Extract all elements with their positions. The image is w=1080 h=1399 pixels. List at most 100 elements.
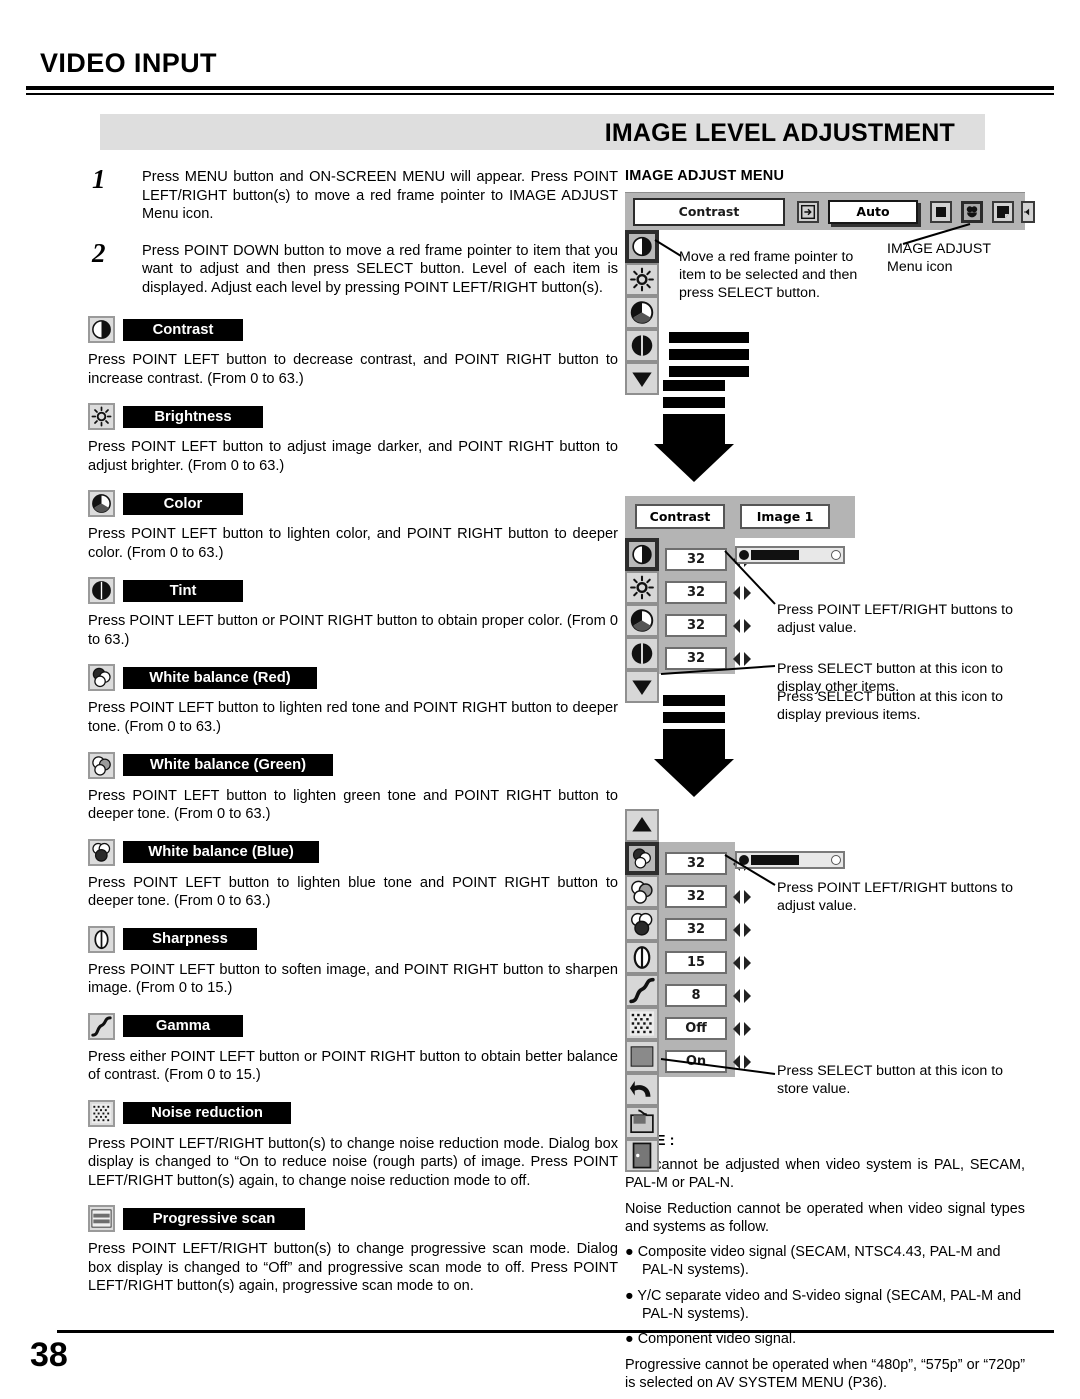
gamma-icon[interactable] [625,974,659,1007]
callout-adjust-value-2: Press POINT LEFT/RIGHT buttons to adjust… [777,880,1014,915]
value-tint[interactable]: 32 [665,647,727,670]
note-title: NOTE : [625,1133,675,1149]
tint-icon[interactable] [625,329,659,362]
value-noise-reduction[interactable]: Off [665,1017,727,1040]
page-number: 38 [30,1336,68,1374]
color-icon[interactable] [625,604,659,637]
white-balance-blue-icon[interactable] [625,908,659,941]
value-color[interactable]: 32 [665,614,727,637]
note-paragraph: Noise Reduction cannot be operated when … [625,1200,1025,1235]
screenshot-image-adjust-1: Contrast Image 1 32 32 32 32 Press POINT… [625,496,1025,703]
note-block: NOTE : Tint cannot be adjusted when vide… [625,1133,1025,1392]
value-white-balance-blue[interactable]: 32 [665,918,727,941]
left-right-adjust-icon[interactable] [731,889,753,905]
note-bullet: ● Y/C separate video and S-video signal … [625,1287,1022,1322]
gamma-icon [88,1012,115,1040]
item-label: Color [123,492,243,515]
screenshot-menu-bar: Contrast Auto Move a red frame pointer t… [625,192,1035,395]
value-gamma[interactable]: 8 [665,984,727,1007]
left-right-adjust-icon[interactable] [731,955,753,971]
osd-values-2: 32 32 32 15 8 Off On [665,847,753,1078]
osd-tab-bar: Contrast Image 1 [625,496,855,538]
item-sharpness: Sharpness Press POINT LEFT button to sof… [88,925,618,998]
menu-icon-screen[interactable] [930,201,952,223]
scroll-down-icon[interactable] [625,362,659,395]
tab-contrast[interactable]: Contrast [635,504,725,529]
osd-value-row: 32 [665,576,753,609]
value-sharpness[interactable]: 15 [665,951,727,974]
value-slider-1[interactable] [735,546,845,564]
menu-icon-pc-adjust[interactable] [992,201,1014,223]
left-column: 1 Press MENU button and ON-SCREEN MENU w… [88,164,618,1296]
left-right-adjust-icon[interactable] [731,618,753,634]
item-label: Progressive scan [123,1207,305,1230]
enter-icon[interactable] [797,201,819,223]
item-description: Press either POINT LEFT button or POINT … [88,1048,618,1084]
auto-button[interactable]: Auto [828,200,918,224]
contrast-icon[interactable] [625,538,659,571]
item-description: Press POINT LEFT/RIGHT button(s) to chan… [88,1241,618,1295]
item-description: Press POINT LEFT button or POINT RIGHT b… [88,613,618,648]
footer-rule [57,1330,1054,1333]
contrast-icon[interactable] [625,230,659,263]
value-white-balance-green[interactable]: 32 [665,885,727,908]
store-icon[interactable] [625,1106,659,1139]
white-balance-green-icon[interactable] [625,875,659,908]
scroll-up-icon[interactable] [625,809,659,842]
color-icon [88,490,115,518]
step-text: Press MENU button and ON-SCREEN MENU wil… [142,169,618,223]
item-white-balance-blue: White balance (Blue) Press POINT LEFT bu… [88,838,618,911]
menu-icon-sound[interactable] [1021,201,1035,223]
callout-image-adjust-menu-icon: IMAGE ADJUST Menu icon [887,241,992,276]
osd-menu-bar: Contrast Auto [625,192,1035,230]
item-label: White balance (Green) [123,754,333,776]
progressive-scan-icon[interactable] [625,1040,659,1073]
item-color: Color Press POINT LEFT button to lighten… [88,489,618,562]
tint-icon[interactable] [625,637,659,670]
item-label: Brightness [123,405,263,428]
left-right-adjust-icon[interactable] [731,651,753,667]
item-description: Press POINT LEFT/RIGHT button(s) to chan… [88,1135,618,1189]
value-progressive-scan[interactable]: On [665,1050,727,1073]
left-right-adjust-icon[interactable] [731,1054,753,1070]
white-balance-red-icon[interactable] [625,842,659,875]
step-number: 2 [92,237,106,268]
item-label: White balance (Blue) [123,841,319,864]
left-right-adjust-icon[interactable] [731,585,753,601]
reset-icon[interactable] [625,1073,659,1106]
left-right-adjust-icon[interactable] [731,922,753,938]
osd-value-row: 32 [665,913,753,946]
item-label: Contrast [123,318,243,341]
item-noise-reduction: Noise reduction Press POINT LEFT/RIGHT b… [88,1099,618,1191]
white-balance-blue-icon [88,838,115,866]
item-label: Sharpness [123,928,257,951]
value-brightness[interactable]: 32 [665,581,727,604]
item-description: Press POINT LEFT button to decrease cont… [88,352,618,387]
brightness-icon [88,403,115,431]
value-white-balance-red[interactable]: 32 [665,852,727,875]
item-description: Press POINT LEFT button to soften image,… [88,961,618,997]
note-paragraph: Tint cannot be adjusted when video syste… [625,1157,1025,1192]
value-contrast[interactable]: 32 [665,548,727,571]
value-slider-2[interactable] [735,851,845,869]
item-label: Tint [123,579,243,602]
scroll-down-icon[interactable] [625,670,659,703]
tab-image-1[interactable]: Image 1 [740,504,830,529]
sharpness-icon[interactable] [625,941,659,974]
osd-list-placeholder-bars [669,332,749,377]
left-right-adjust-icon[interactable] [731,988,753,1004]
item-label: Noise reduction [123,1102,291,1125]
menu-icon-image-adjust[interactable] [961,201,983,223]
brightness-icon[interactable] [625,571,659,604]
right-column: IMAGE ADJUST MENU Contrast Auto Move a r… [625,168,1035,1399]
note-paragraph: Progressive cannot be operated when “480… [625,1356,1025,1391]
quit-icon[interactable] [625,1139,659,1172]
brightness-icon[interactable] [625,263,659,296]
color-icon[interactable] [625,296,659,329]
image-adjust-menu-caption: IMAGE ADJUST MENU [625,168,785,184]
noise-reduction-icon[interactable] [625,1007,659,1040]
item-gamma: Gamma Press either POINT LEFT button or … [88,1012,618,1085]
item-contrast: Contrast Press POINT LEFT button to decr… [88,315,618,388]
item-description: Press POINT LEFT button to lighten blue … [88,874,618,910]
left-right-adjust-icon[interactable] [731,1021,753,1037]
